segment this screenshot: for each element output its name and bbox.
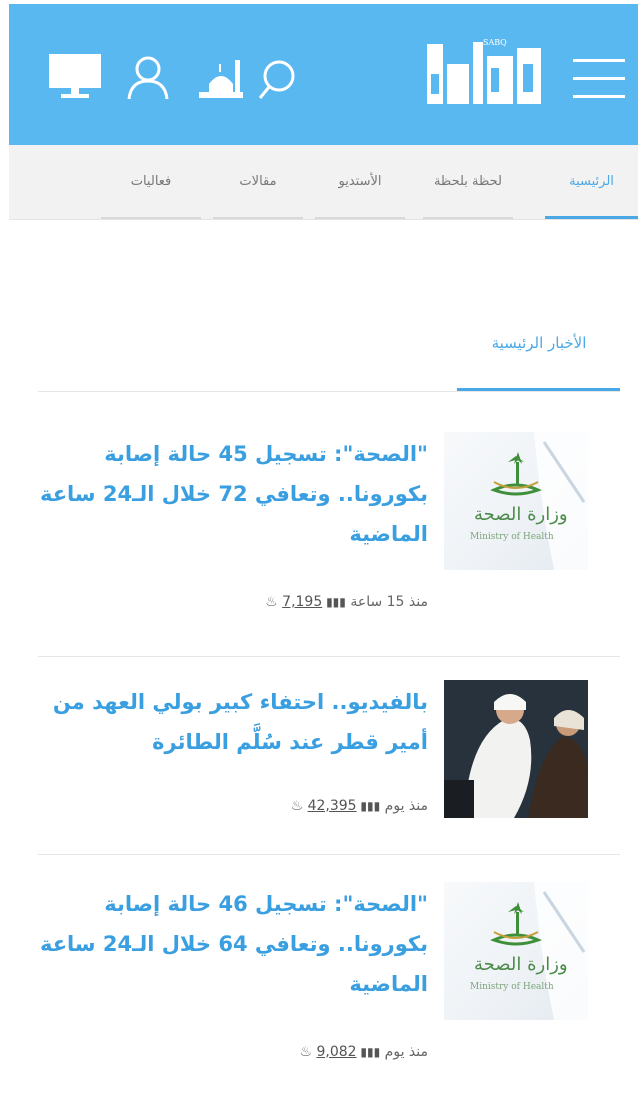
nav-tabs: الرئيسية لحظة بلحظة الأستديو مقالات فعال… (9, 145, 638, 220)
thumb-caption: وزارة الصحة (474, 954, 568, 975)
fire-icon: ♨ (299, 1044, 313, 1060)
article-headline[interactable]: "الصحة": تسجيل 45 حالة إصابة بكورونا.. و… (38, 434, 428, 554)
article-views: 42,395 (307, 798, 357, 814)
article-time: منذ 15 ساعة (350, 594, 428, 610)
logo-text: SABQ (483, 38, 507, 47)
tab-indicator (101, 217, 201, 219)
views-icon: ▮▮▮ (322, 595, 346, 609)
moh-logo-image (490, 432, 588, 570)
tab-indicator (213, 217, 303, 219)
tab-articles[interactable]: مقالات (213, 145, 303, 219)
tab-indicator (315, 217, 405, 219)
tab-label: مقالات (239, 174, 277, 189)
article-meta: منذ يوم ▮▮▮ 42,395 ♨ (291, 798, 428, 814)
news-item[interactable]: بالفيديو.. احتفاء كبير بولي العهد من أمي… (38, 680, 620, 856)
article-divider (38, 854, 620, 855)
tab-label: الأستديو (338, 174, 382, 189)
tab-live[interactable]: لحظة بلحظة (423, 145, 513, 219)
menu-icon[interactable] (571, 56, 627, 102)
top-header: SABQ (9, 4, 638, 145)
section-title[interactable]: الأخبار الرئيسية (459, 334, 619, 364)
tab-indicator (423, 217, 513, 219)
article-headline[interactable]: بالفيديو.. احتفاء كبير بولي العهد من أمي… (38, 682, 428, 762)
article-time: منذ يوم (384, 798, 428, 814)
search-icon[interactable] (257, 56, 305, 104)
tab-label: لحظة بلحظة (433, 174, 503, 189)
user-icon[interactable] (123, 53, 173, 103)
news-item[interactable]: وزارة الصحة Ministry of Health "الصحة": … (38, 432, 620, 662)
fire-icon: ♨ (290, 798, 304, 814)
views-icon: ▮▮▮ (356, 799, 381, 813)
article-time: منذ يوم (384, 1044, 428, 1060)
section-divider (38, 391, 620, 392)
moh-logo-image (490, 882, 588, 1020)
tab-label: الرئيسية (569, 174, 614, 189)
article-thumbnail[interactable] (444, 680, 588, 818)
tab-label: فعاليات (130, 174, 172, 189)
thumb-subcaption: Ministry of Health (470, 532, 554, 542)
thumb-subcaption: Ministry of Health (470, 982, 554, 992)
article-meta: منذ 15 ساعة ▮▮▮ 7,195 ♨ (265, 594, 428, 610)
mosque-icon[interactable] (195, 54, 247, 102)
thumb-caption: وزارة الصحة (474, 504, 568, 525)
tab-events[interactable]: فعاليات (101, 145, 201, 219)
fire-icon: ♨ (265, 594, 278, 610)
article-headline[interactable]: "الصحة": تسجيل 46 حالة إصابة بكورونا.. و… (38, 884, 428, 1004)
views-icon: ▮▮▮ (356, 1045, 381, 1059)
article-thumbnail[interactable]: وزارة الصحة Ministry of Health (444, 432, 588, 570)
news-item[interactable]: وزارة الصحة Ministry of Health "الصحة": … (38, 882, 620, 1072)
article-thumbnail[interactable]: وزارة الصحة Ministry of Health (444, 882, 588, 1020)
sabq-logo[interactable]: SABQ (419, 34, 551, 116)
event-photo (444, 680, 588, 818)
article-views: 9,082 (316, 1044, 357, 1060)
tab-indicator (545, 216, 638, 219)
tab-home[interactable]: الرئيسية (545, 145, 638, 219)
article-meta: منذ يوم ▮▮▮ 9,082 ♨ (299, 1044, 428, 1060)
article-divider (38, 656, 620, 657)
tab-studio[interactable]: الأستديو (315, 145, 405, 219)
article-views: 7,195 (282, 594, 323, 610)
monitor-icon[interactable] (45, 50, 105, 102)
